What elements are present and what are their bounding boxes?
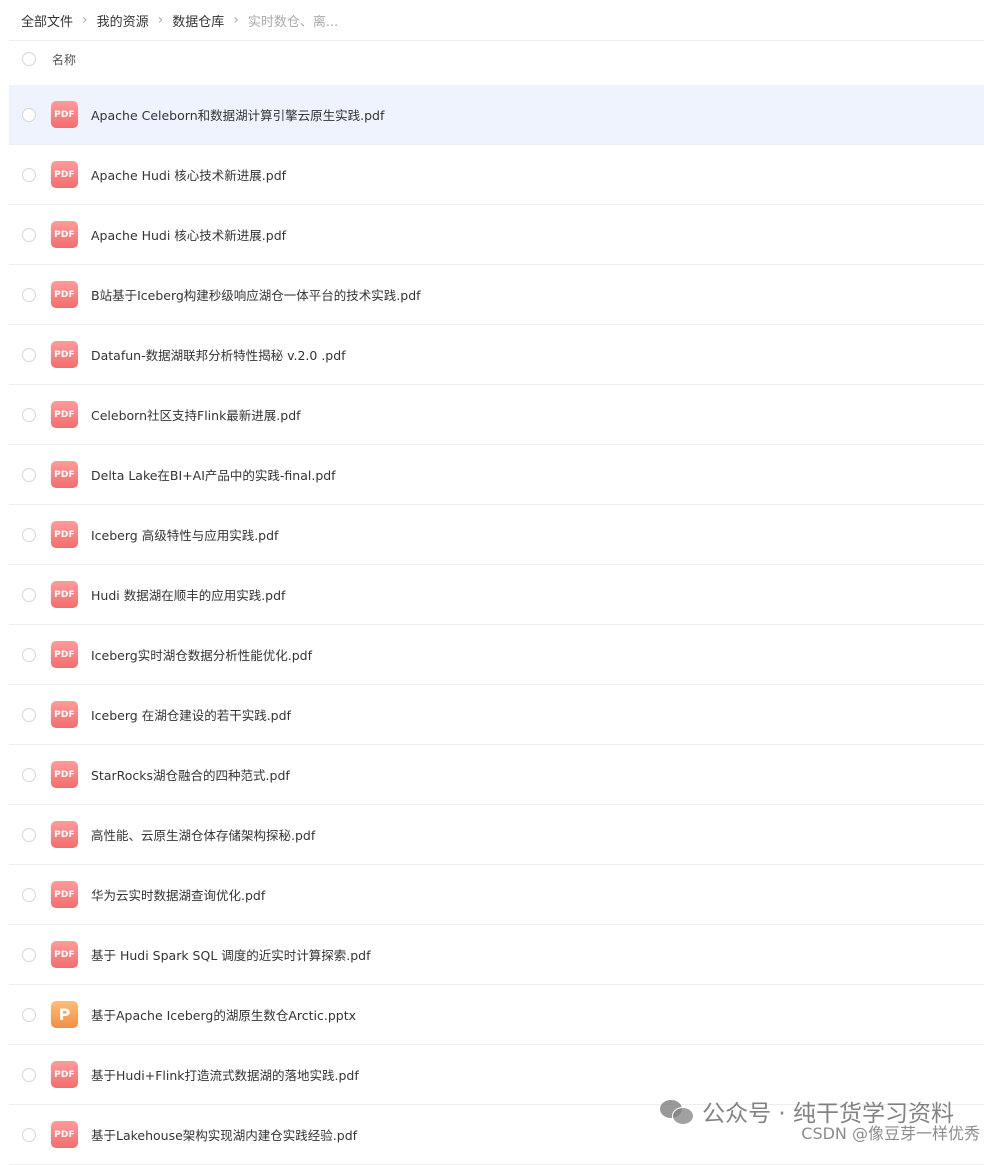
- file-row[interactable]: PDF Delta Lake在BI+AI产品中的实践-final.pdf: [9, 445, 984, 505]
- row-checkbox[interactable]: [22, 167, 36, 182]
- name-column-header[interactable]: 名称: [52, 51, 76, 68]
- file-name[interactable]: Iceberg 高级特性与应用实践.pdf: [91, 525, 278, 544]
- chevron-right-icon: ›: [157, 12, 164, 28]
- file-name[interactable]: B站基于Iceberg构建秒级响应湖仓一体平台的技术实践.pdf: [91, 285, 421, 304]
- file-row[interactable]: PDF 华为云实时数据湖查询优化.pdf: [9, 865, 984, 925]
- row-checkbox[interactable]: [22, 1067, 36, 1082]
- file-row[interactable]: PDF 基于 Hudi Spark SQL 调度的近实时计算探索.pdf: [9, 925, 984, 985]
- pdf-file-icon: PDF: [51, 101, 78, 128]
- row-checkbox[interactable]: [22, 767, 36, 782]
- row-checkbox[interactable]: [22, 467, 36, 482]
- pdf-file-icon: PDF: [51, 401, 78, 428]
- file-name[interactable]: Iceberg实时湖仓数据分析性能优化.pdf: [91, 645, 312, 664]
- pdf-file-icon: PDF: [51, 941, 78, 968]
- breadcrumb-current-folder: 实时数仓、离...: [247, 14, 339, 30]
- breadcrumb-all-files[interactable]: 全部文件: [21, 11, 73, 30]
- row-checkbox[interactable]: [22, 347, 36, 362]
- row-checkbox[interactable]: [22, 407, 36, 422]
- file-name[interactable]: Apache Hudi 核心技术新进展.pdf: [91, 165, 286, 184]
- file-browser: 全部文件 › 我的资源 › 数据仓库 › 实时数仓、离... 名称 PDF Apa…: [9, 0, 984, 1165]
- file-name[interactable]: Delta Lake在BI+AI产品中的实践-final.pdf: [91, 465, 336, 484]
- file-row[interactable]: PDF StarRocks湖仓融合的四种范式.pdf: [9, 745, 984, 805]
- file-name[interactable]: StarRocks湖仓融合的四种范式.pdf: [91, 765, 290, 784]
- pdf-file-icon: PDF: [51, 281, 78, 308]
- row-checkbox[interactable]: [22, 587, 36, 602]
- row-checkbox[interactable]: [22, 947, 36, 962]
- pdf-file-icon: PDF: [51, 461, 78, 488]
- file-row[interactable]: PDF Iceberg实时湖仓数据分析性能优化.pdf: [9, 625, 984, 685]
- file-row[interactable]: PDF Apache Hudi 核心技术新进展.pdf: [9, 205, 984, 265]
- file-name[interactable]: Hudi 数据湖在顺丰的应用实践.pdf: [91, 585, 285, 604]
- file-row[interactable]: P 基于Apache Iceberg的湖原生数仓Arctic.pptx: [9, 985, 984, 1045]
- row-checkbox[interactable]: [22, 107, 36, 122]
- file-name[interactable]: Datafun-数据湖联邦分析特性揭秘 v.2.0 .pdf: [91, 345, 346, 364]
- row-checkbox[interactable]: [22, 1127, 36, 1142]
- select-all-checkbox[interactable]: [22, 52, 36, 66]
- file-name[interactable]: 基于 Hudi Spark SQL 调度的近实时计算探索.pdf: [91, 945, 371, 964]
- breadcrumb-my-resources[interactable]: 我的资源: [97, 11, 149, 30]
- pdf-file-icon: PDF: [51, 1121, 78, 1148]
- row-checkbox[interactable]: [22, 887, 36, 902]
- file-row[interactable]: PDF Apache Hudi 核心技术新进展.pdf: [9, 145, 984, 205]
- file-list: PDF Apache Celeborn和数据湖计算引擎云原生实践.pdf PDF Ap…: [9, 85, 984, 1165]
- pdf-file-icon: PDF: [51, 521, 78, 548]
- pdf-file-icon: PDF: [51, 881, 78, 908]
- pdf-file-icon: PDF: [51, 761, 78, 788]
- pdf-file-icon: PDF: [51, 161, 78, 188]
- file-name[interactable]: Apache Celeborn和数据湖计算引擎云原生实践.pdf: [91, 105, 384, 124]
- pdf-file-icon: PDF: [51, 821, 78, 848]
- file-row[interactable]: PDF Iceberg 在湖仓建设的若干实践.pdf: [9, 685, 984, 745]
- pdf-file-icon: PDF: [51, 1061, 78, 1088]
- row-checkbox[interactable]: [22, 827, 36, 842]
- file-name[interactable]: Celeborn社区支持Flink最新进展.pdf: [91, 405, 301, 424]
- file-name[interactable]: 华为云实时数据湖查询优化.pdf: [91, 885, 265, 904]
- breadcrumb: 全部文件 › 我的资源 › 数据仓库 › 实时数仓、离...: [9, 0, 984, 40]
- file-name[interactable]: 基于Apache Iceberg的湖原生数仓Arctic.pptx: [91, 1005, 356, 1024]
- file-row[interactable]: PDF Apache Celeborn和数据湖计算引擎云原生实践.pdf: [9, 85, 984, 145]
- row-checkbox[interactable]: [22, 707, 36, 722]
- file-row[interactable]: PDF 高性能、云原生湖仓体存储架构探秘.pdf: [9, 805, 984, 865]
- row-checkbox[interactable]: [22, 227, 36, 242]
- row-checkbox[interactable]: [22, 1007, 36, 1022]
- file-row[interactable]: PDF Celeborn社区支持Flink最新进展.pdf: [9, 385, 984, 445]
- file-name[interactable]: 基于Lakehouse架构实现湖内建仓实践经验.pdf: [91, 1125, 357, 1144]
- file-name[interactable]: Apache Hudi 核心技术新进展.pdf: [91, 225, 286, 244]
- pptx-file-icon: P: [51, 1001, 78, 1028]
- chevron-right-icon: ›: [82, 12, 88, 28]
- file-name[interactable]: Iceberg 在湖仓建设的若干实践.pdf: [91, 705, 291, 724]
- pdf-file-icon: PDF: [51, 341, 78, 368]
- list-header: 名称: [9, 40, 984, 77]
- row-checkbox[interactable]: [22, 527, 36, 542]
- file-row[interactable]: PDF Hudi 数据湖在顺丰的应用实践.pdf: [9, 565, 984, 625]
- file-name[interactable]: 高性能、云原生湖仓体存储架构探秘.pdf: [91, 825, 315, 844]
- pdf-file-icon: PDF: [51, 641, 78, 668]
- pdf-file-icon: PDF: [51, 581, 78, 608]
- wechat-icon: [660, 1098, 695, 1125]
- pdf-file-icon: PDF: [51, 701, 78, 728]
- csdn-watermark: CSDN @像豆芽一样优秀: [801, 1124, 980, 1143]
- file-row[interactable]: PDF B站基于Iceberg构建秒级响应湖仓一体平台的技术实践.pdf: [9, 265, 984, 325]
- file-row[interactable]: PDF Datafun-数据湖联邦分析特性揭秘 v.2.0 .pdf: [9, 325, 984, 385]
- row-checkbox[interactable]: [22, 287, 36, 302]
- breadcrumb-data-warehouse[interactable]: 数据仓库: [172, 11, 224, 30]
- row-checkbox[interactable]: [22, 647, 36, 662]
- file-row[interactable]: PDF Iceberg 高级特性与应用实践.pdf: [9, 505, 984, 565]
- chevron-right-icon: ›: [233, 12, 239, 28]
- pdf-file-icon: PDF: [51, 221, 78, 248]
- file-name[interactable]: 基于Hudi+Flink打造流式数据湖的落地实践.pdf: [91, 1065, 359, 1084]
